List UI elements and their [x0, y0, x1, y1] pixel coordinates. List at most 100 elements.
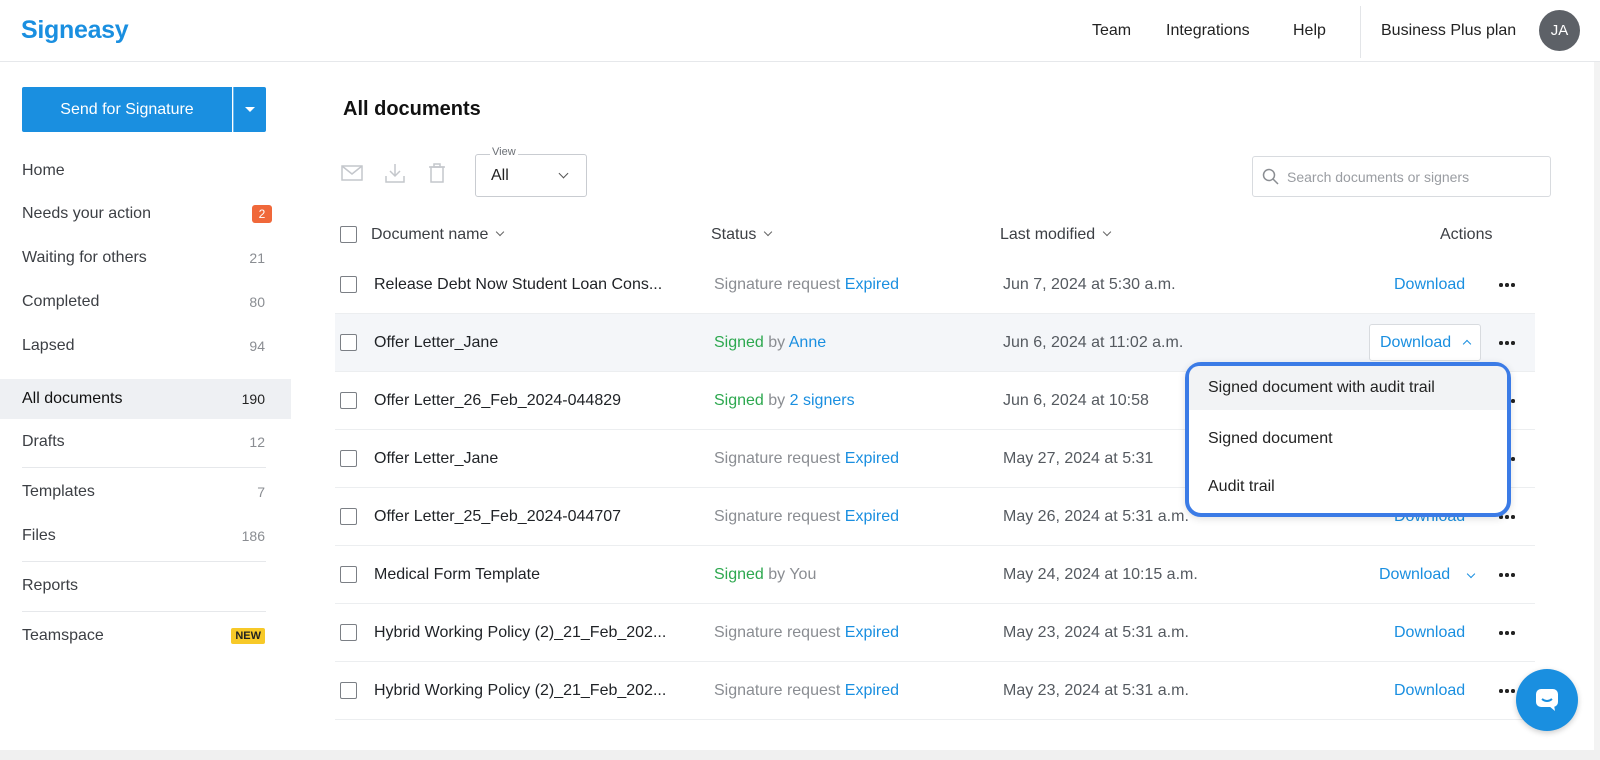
- document-name[interactable]: Offer Letter_25_Feb_2024-044707: [374, 508, 621, 526]
- document-name[interactable]: Hybrid Working Policy (2)_21_Feb_202...: [374, 682, 666, 700]
- row-checkbox[interactable]: [340, 624, 357, 641]
- sidebar-item-completed[interactable]: Completed 80: [0, 282, 291, 322]
- chevron-down-icon: [558, 168, 569, 179]
- page-title: All documents: [343, 98, 481, 120]
- more-icon[interactable]: [1499, 631, 1517, 635]
- column-last-modified[interactable]: Last modified: [1000, 226, 1112, 244]
- last-modified: Jun 6, 2024 at 11:02 a.m.: [1003, 334, 1184, 351]
- document-name[interactable]: Offer Letter_Jane: [374, 450, 498, 468]
- nav-help[interactable]: Help: [1293, 0, 1326, 62]
- sidebar-item-reports[interactable]: Reports: [0, 566, 291, 606]
- search-icon: [1262, 168, 1279, 185]
- menu-item-signed-with-audit[interactable]: Signed document with audit trail: [1189, 366, 1507, 410]
- send-options-button[interactable]: [233, 87, 266, 132]
- row-checkbox[interactable]: [340, 392, 357, 409]
- vertical-scrollbar[interactable]: [1594, 62, 1600, 750]
- sidebar: Send for Signature Home Needs your actio…: [0, 62, 291, 760]
- more-icon[interactable]: [1499, 573, 1517, 577]
- menu-item-signed-document[interactable]: Signed document: [1189, 417, 1507, 461]
- document-name[interactable]: Offer Letter_Jane: [374, 334, 498, 352]
- last-modified: May 26, 2024 at 5:31 a.m.: [1003, 508, 1189, 525]
- column-document-name[interactable]: Document name: [371, 226, 505, 244]
- sidebar-item-all-documents[interactable]: All documents 190: [0, 379, 291, 419]
- sidebar-item-lapsed[interactable]: Lapsed 94: [0, 326, 291, 366]
- chevron-down-icon: [1466, 569, 1476, 579]
- app-logo[interactable]: Signeasy: [21, 16, 129, 45]
- select-all-checkbox[interactable]: [340, 226, 357, 243]
- status: Signature request Expired: [714, 682, 900, 699]
- mail-icon[interactable]: [341, 162, 363, 184]
- table-row[interactable]: Hybrid Working Policy (2)_21_Feb_202... …: [335, 604, 1535, 662]
- document-name[interactable]: Release Debt Now Student Loan Cons...: [374, 276, 662, 294]
- horizontal-scrollbar[interactable]: [0, 750, 1600, 760]
- divider: [22, 561, 266, 562]
- status: Signature request Expired: [714, 508, 900, 525]
- search-input[interactable]: Search documents or signers: [1252, 156, 1551, 197]
- row-checkbox[interactable]: [340, 450, 357, 467]
- row-checkbox[interactable]: [340, 334, 357, 351]
- chevron-down-icon: [1102, 227, 1112, 237]
- nav-integrations[interactable]: Integrations: [1166, 0, 1250, 62]
- new-badge: NEW: [231, 628, 265, 644]
- document-name[interactable]: Hybrid Working Policy (2)_21_Feb_202...: [374, 624, 666, 642]
- status: Signed by Anne: [714, 334, 827, 351]
- view-value: All: [491, 167, 509, 184]
- sidebar-item-needs-action[interactable]: Needs your action 2: [0, 194, 291, 234]
- chevron-down-icon: [496, 227, 505, 237]
- download-menu: Signed document with audit trail Signed …: [1185, 362, 1511, 517]
- table-row[interactable]: Medical Form Template Signed by You May …: [335, 546, 1535, 604]
- column-status[interactable]: Status: [711, 226, 773, 244]
- column-actions: Actions: [1440, 226, 1493, 243]
- more-icon[interactable]: [1499, 283, 1517, 287]
- avatar[interactable]: JA: [1539, 10, 1580, 51]
- sidebar-item-files[interactable]: Files 186: [0, 516, 291, 556]
- more-icon[interactable]: [1499, 515, 1517, 519]
- download-icon[interactable]: [384, 162, 406, 184]
- send-for-signature-button[interactable]: Send for Signature: [22, 87, 232, 132]
- divider: [1360, 6, 1361, 58]
- status: Signature request Expired: [714, 450, 900, 467]
- sidebar-item-home[interactable]: Home: [0, 151, 291, 191]
- last-modified: May 23, 2024 at 5:31 a.m.: [1003, 624, 1189, 641]
- document-name[interactable]: Offer Letter_26_Feb_2024-044829: [374, 392, 621, 410]
- last-modified: May 27, 2024 at 5:31: [1003, 450, 1154, 467]
- row-checkbox[interactable]: [340, 682, 357, 699]
- sidebar-item-waiting[interactable]: Waiting for others 21: [0, 238, 291, 278]
- sidebar-item-templates[interactable]: Templates 7: [0, 472, 291, 512]
- last-modified: May 24, 2024 at 10:15 a.m.: [1003, 566, 1198, 583]
- row-checkbox[interactable]: [340, 508, 357, 525]
- menu-item-audit-trail[interactable]: Audit trail: [1189, 465, 1507, 509]
- download-button[interactable]: Download: [1394, 276, 1465, 294]
- status: Signature request Expired: [714, 276, 900, 293]
- table-row[interactable]: Release Debt Now Student Loan Cons... Si…: [335, 256, 1535, 314]
- status: Signed by 2 signers: [714, 392, 855, 409]
- chevron-up-icon: [1462, 339, 1472, 349]
- download-dropdown-button[interactable]: Download: [1379, 566, 1450, 584]
- top-bar: Signeasy Team Integrations Help Business…: [0, 0, 1600, 62]
- last-modified: Jun 6, 2024 at 10:58: [1003, 392, 1149, 409]
- download-button[interactable]: Download: [1394, 624, 1465, 642]
- status: Signature request Expired: [714, 624, 900, 641]
- table-row[interactable]: Hybrid Working Policy (2)_21_Feb_202... …: [335, 662, 1535, 720]
- count-badge: 2: [252, 205, 272, 223]
- view-label: View: [490, 146, 518, 158]
- sidebar-item-drafts[interactable]: Drafts 12: [0, 422, 291, 462]
- download-button[interactable]: Download: [1394, 682, 1465, 700]
- more-icon[interactable]: [1499, 341, 1517, 345]
- plan-label[interactable]: Business Plus plan: [1381, 0, 1516, 62]
- status: Signed by You: [714, 566, 817, 583]
- caret-down-icon: [245, 107, 255, 112]
- sidebar-item-teamspace[interactable]: Teamspace NEW: [0, 616, 291, 656]
- chat-icon: [1536, 689, 1558, 711]
- view-select[interactable]: View All: [475, 146, 587, 197]
- download-dropdown-button[interactable]: Download: [1369, 324, 1481, 361]
- nav-team[interactable]: Team: [1092, 0, 1131, 62]
- more-icon[interactable]: [1499, 689, 1517, 693]
- row-checkbox[interactable]: [340, 566, 357, 583]
- chevron-down-icon: [764, 227, 773, 237]
- chat-button[interactable]: [1516, 669, 1578, 731]
- row-checkbox[interactable]: [340, 276, 357, 293]
- trash-icon[interactable]: [426, 162, 448, 184]
- table-header: Document name Status Last modified Actio…: [340, 212, 1543, 256]
- document-name[interactable]: Medical Form Template: [374, 566, 540, 584]
